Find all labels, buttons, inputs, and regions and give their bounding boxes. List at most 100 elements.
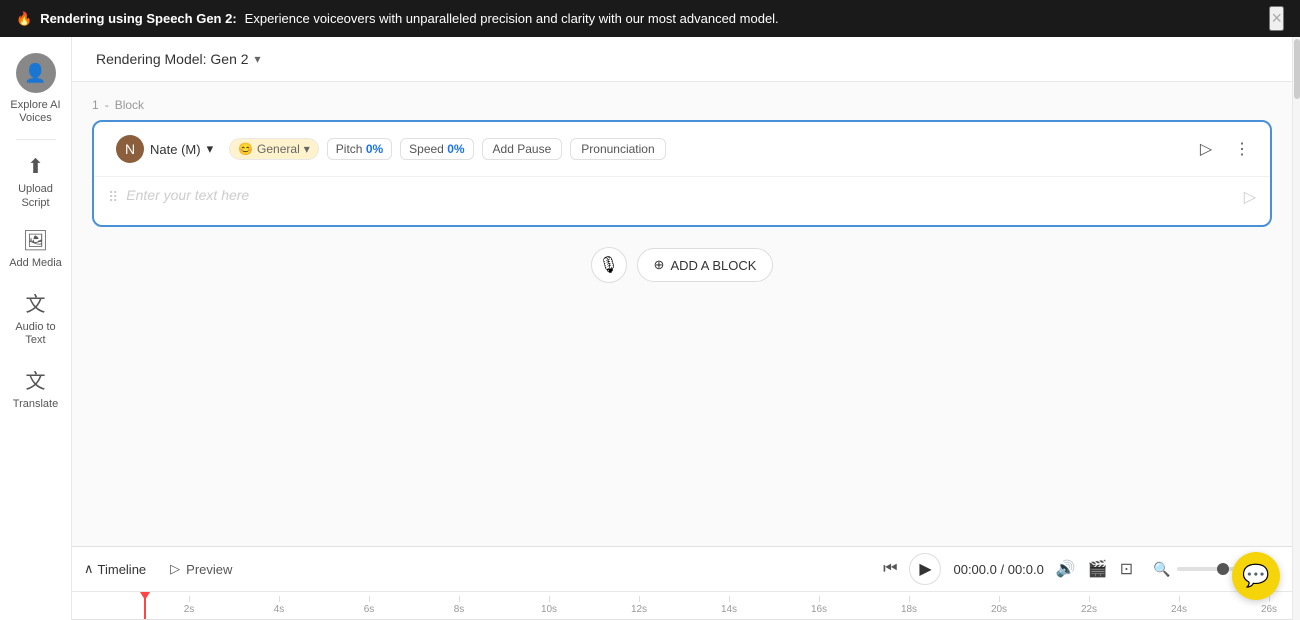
sidebar-translate-label: Translate xyxy=(13,398,58,411)
pitch-label: Pitch xyxy=(336,142,363,156)
zoom-out-button[interactable]: 🔍 xyxy=(1153,561,1170,578)
sidebar-audio-label: Audio to Text xyxy=(8,321,64,347)
add-block-button[interactable]: ⊕ ADD A BLOCK xyxy=(637,248,774,282)
speed-label: Speed xyxy=(409,142,444,156)
sidebar: 👤 Explore AI Voices ⬆ Upload Script 🖼 Ad… xyxy=(0,37,72,620)
sidebar-item-upload-script[interactable]: ⬆ Upload Script xyxy=(4,146,68,217)
ruler-mark: 12s xyxy=(594,596,684,615)
speed-button[interactable]: Speed 0% xyxy=(400,138,473,160)
chevron-down-icon: ▾ xyxy=(255,52,261,66)
voice-avatar: N xyxy=(116,135,144,163)
block-dash: - xyxy=(105,98,109,112)
style-emoji: 😊 xyxy=(238,142,253,156)
preview-tab[interactable]: ▷ Preview xyxy=(162,559,240,579)
add-block-area: 🎙 ⊕ ADD A BLOCK xyxy=(92,247,1272,283)
scroll-thumb[interactable] xyxy=(1294,39,1300,99)
bottom-panel: ∧ Timeline ▷ Preview ⏮ ▶ 00:00.0 / 00:0.… xyxy=(72,546,1292,620)
block-more-button[interactable]: ⋮ xyxy=(1228,135,1256,163)
sidebar-media-label: Add Media xyxy=(9,257,62,270)
ruler-mark: 8s xyxy=(414,596,504,615)
editor-area: 1 - Block N Nate (M) ▾ 😊 General ▾ xyxy=(72,82,1292,546)
sidebar-item-explore-ai-voices[interactable]: 👤 Explore AI Voices xyxy=(4,45,68,133)
clapper-button[interactable]: 🎬 xyxy=(1088,559,1108,579)
drag-handle-icon[interactable]: ⠿ xyxy=(108,187,118,206)
fire-icon: 🔥 xyxy=(16,11,32,27)
avatar: 👤 xyxy=(16,53,56,93)
add-block-label: ADD A BLOCK xyxy=(670,258,756,273)
timeline-toggle-button[interactable]: ∧ Timeline xyxy=(84,561,146,577)
ruler-mark: 22s xyxy=(1044,596,1134,615)
sidebar-item-audio-to-text[interactable]: 文 Audio to Text xyxy=(4,280,68,355)
sidebar-item-translate[interactable]: 文 Translate xyxy=(4,357,68,419)
sidebar-upload-label: Upload Script xyxy=(8,183,64,209)
block-label: Block xyxy=(115,98,144,112)
time-display: 00:00.0 / 00:0.0 xyxy=(953,562,1043,577)
playhead-triangle xyxy=(140,592,150,600)
ruler-mark: 6s xyxy=(324,596,414,615)
ruler-mark: 14s xyxy=(684,596,774,615)
ruler-marks: 2s4s6s8s10s12s14s16s18s20s22s24s26s xyxy=(72,596,1292,615)
sidebar-item-add-media[interactable]: 🖼 Add Media xyxy=(4,220,68,278)
notif-bold-text: Rendering using Speech Gen 2: xyxy=(40,11,236,26)
mic-button[interactable]: 🎙 xyxy=(591,247,627,283)
block-number: 1 xyxy=(92,98,99,112)
pitch-value: 0% xyxy=(366,142,383,156)
playhead xyxy=(144,592,146,619)
chat-bubble-button[interactable]: 💬 xyxy=(1232,552,1280,600)
audio-to-text-icon: 文 xyxy=(26,288,46,317)
rendering-model-label: Rendering Model: Gen 2 xyxy=(96,51,249,67)
inline-play-icon[interactable]: ▷ xyxy=(1244,187,1256,207)
voice-block-toolbar: N Nate (M) ▾ 😊 General ▾ Pitch 0% xyxy=(94,122,1270,177)
ruler-mark: 4s xyxy=(234,596,324,615)
time-separator: / xyxy=(1000,562,1007,577)
ruler-mark: 24s xyxy=(1134,596,1224,615)
voice-selector-button[interactable]: N Nate (M) ▾ xyxy=(108,132,221,166)
timeline-label: Timeline xyxy=(98,562,147,577)
time-total: 00:0.0 xyxy=(1008,562,1044,577)
collapse-icon: ∧ xyxy=(84,561,94,577)
volume-button[interactable]: 🔊 xyxy=(1056,559,1076,579)
preview-icon: ▷ xyxy=(170,561,180,577)
voice-name: Nate (M) xyxy=(150,142,201,157)
sidebar-divider xyxy=(16,139,56,140)
zoom-slider-thumb xyxy=(1217,563,1229,575)
preview-label: Preview xyxy=(186,562,232,577)
pronunciation-button[interactable]: Pronunciation xyxy=(570,138,665,160)
rendering-model-button[interactable]: Rendering Model: Gen 2 ▾ xyxy=(88,47,269,71)
block-play-button[interactable]: ▷ xyxy=(1192,135,1220,163)
notif-close-button[interactable]: × xyxy=(1269,6,1284,31)
style-label: General xyxy=(257,142,300,156)
add-block-icon: ⊕ xyxy=(654,257,665,273)
style-badge-button[interactable]: 😊 General ▾ xyxy=(229,138,319,160)
right-scroll-bar xyxy=(1292,37,1300,620)
block-header: 1 - Block xyxy=(92,98,1272,112)
timeline-ruler: 2s4s6s8s10s12s14s16s18s20s22s24s26s xyxy=(72,592,1292,620)
sidebar-explore-label: Explore AI Voices xyxy=(8,99,64,125)
voice-block: N Nate (M) ▾ 😊 General ▾ Pitch 0% xyxy=(92,120,1272,227)
voice-chevron-icon: ▾ xyxy=(207,141,214,157)
speed-value: 0% xyxy=(447,142,464,156)
ruler-mark: 2s xyxy=(144,596,234,615)
timeline-header: ∧ Timeline ▷ Preview ⏮ ▶ 00:00.0 / 00:0.… xyxy=(72,547,1292,592)
upload-icon: ⬆ xyxy=(27,154,44,179)
skip-back-button[interactable]: ⏮ xyxy=(883,560,897,578)
add-pause-button[interactable]: Add Pause xyxy=(482,138,563,160)
voice-block-body: ⠿ Enter your text here ▷ xyxy=(94,177,1270,225)
notif-description: Experience voiceovers with unparalleled … xyxy=(245,11,779,26)
ruler-mark: 16s xyxy=(774,596,864,615)
playback-controls: ⏮ ▶ 00:00.0 / 00:0.0 🔊 🎬 ⊡ 🔍 xyxy=(883,553,1280,585)
content-area: Rendering Model: Gen 2 ▾ 1 - Block N Nat… xyxy=(72,37,1292,620)
notification-bar: 🔥 Rendering using Speech Gen 2: Experien… xyxy=(0,0,1300,37)
text-input-area[interactable]: Enter your text here xyxy=(126,187,1235,203)
style-chevron-icon: ▾ xyxy=(304,142,310,156)
top-bar: Rendering Model: Gen 2 ▾ xyxy=(72,37,1292,82)
ruler-mark: 10s xyxy=(504,596,594,615)
pitch-button[interactable]: Pitch 0% xyxy=(327,138,392,160)
main-play-button[interactable]: ▶ xyxy=(909,553,941,585)
ruler-mark: 20s xyxy=(954,596,1044,615)
time-current: 00:00.0 xyxy=(953,562,996,577)
ruler-mark: 18s xyxy=(864,596,954,615)
caption-button[interactable]: ⊡ xyxy=(1120,559,1133,579)
translate-icon: 文 xyxy=(26,365,46,394)
add-media-icon: 🖼 xyxy=(23,228,48,253)
